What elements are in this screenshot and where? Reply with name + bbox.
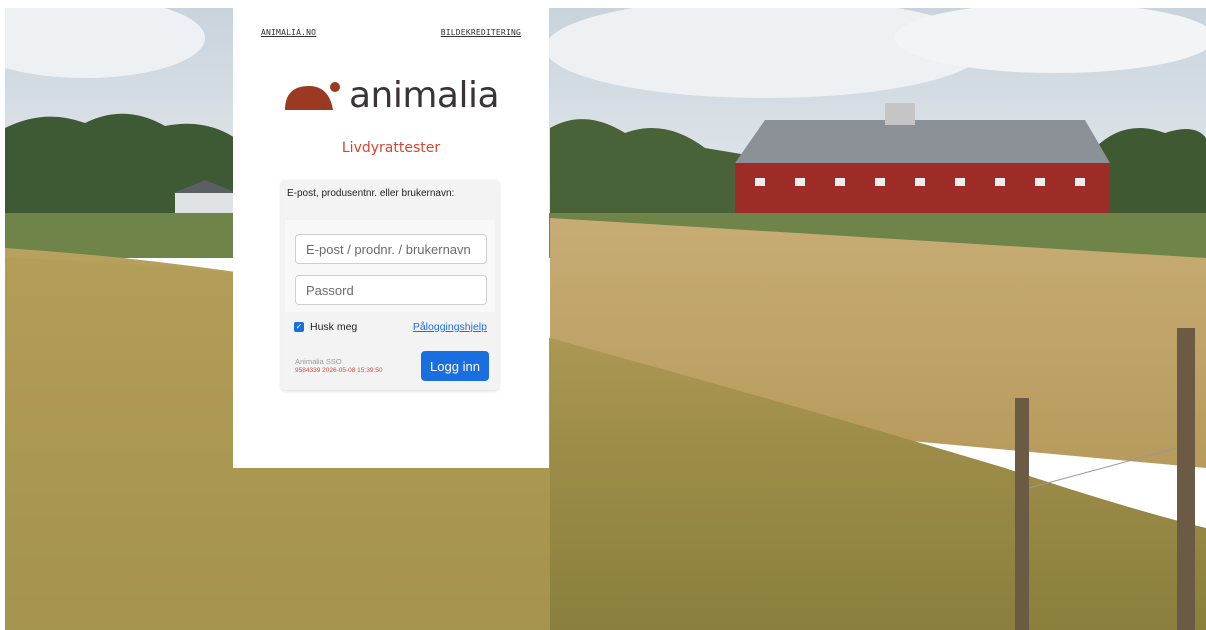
remember-me-toggle[interactable]: ✓ Husk meg	[294, 321, 357, 333]
login-button[interactable]: Logg inn	[421, 351, 489, 381]
login-help-link[interactable]: Påloggingshjelp	[413, 321, 487, 333]
sso-name: Animalia SSO	[295, 357, 342, 366]
top-links: ANIMALIA.NO BILDEKREDITERING	[261, 28, 521, 37]
landscape-illustration	[5, 8, 1206, 630]
login-panel: ANIMALIA.NO BILDEKREDITERING animalia Li…	[233, 8, 549, 468]
username-input[interactable]	[295, 234, 487, 264]
animalia-logo: animalia	[233, 78, 549, 114]
app-subtitle: Livdyrattester	[341, 140, 441, 156]
sso-info: Animalia SSO 9584339 2026-05-08 15:39:50	[295, 357, 383, 374]
remember-me-checkbox[interactable]: ✓	[294, 322, 304, 332]
username-label: E-post, produsentnr. eller brukernavn:	[287, 188, 455, 199]
animalia-logo-mark-icon	[283, 80, 341, 110]
login-form-card: E-post, produsentnr. eller brukernavn: ✓…	[281, 180, 499, 390]
page: ANIMALIA.NO BILDEKREDITERING animalia Li…	[5, 8, 1206, 630]
build-stamp: 9584339 2026-05-08 15:39:50	[295, 366, 383, 374]
inputs-container	[285, 220, 495, 312]
image-credits-link[interactable]: BILDEKREDITERING	[441, 28, 521, 37]
remember-me-label: Husk meg	[310, 321, 358, 333]
brand-name: animalia	[348, 75, 500, 116]
background-landscape-image	[5, 8, 1206, 630]
animalia-home-link[interactable]: ANIMALIA.NO	[261, 28, 316, 37]
password-input[interactable]	[295, 275, 487, 305]
